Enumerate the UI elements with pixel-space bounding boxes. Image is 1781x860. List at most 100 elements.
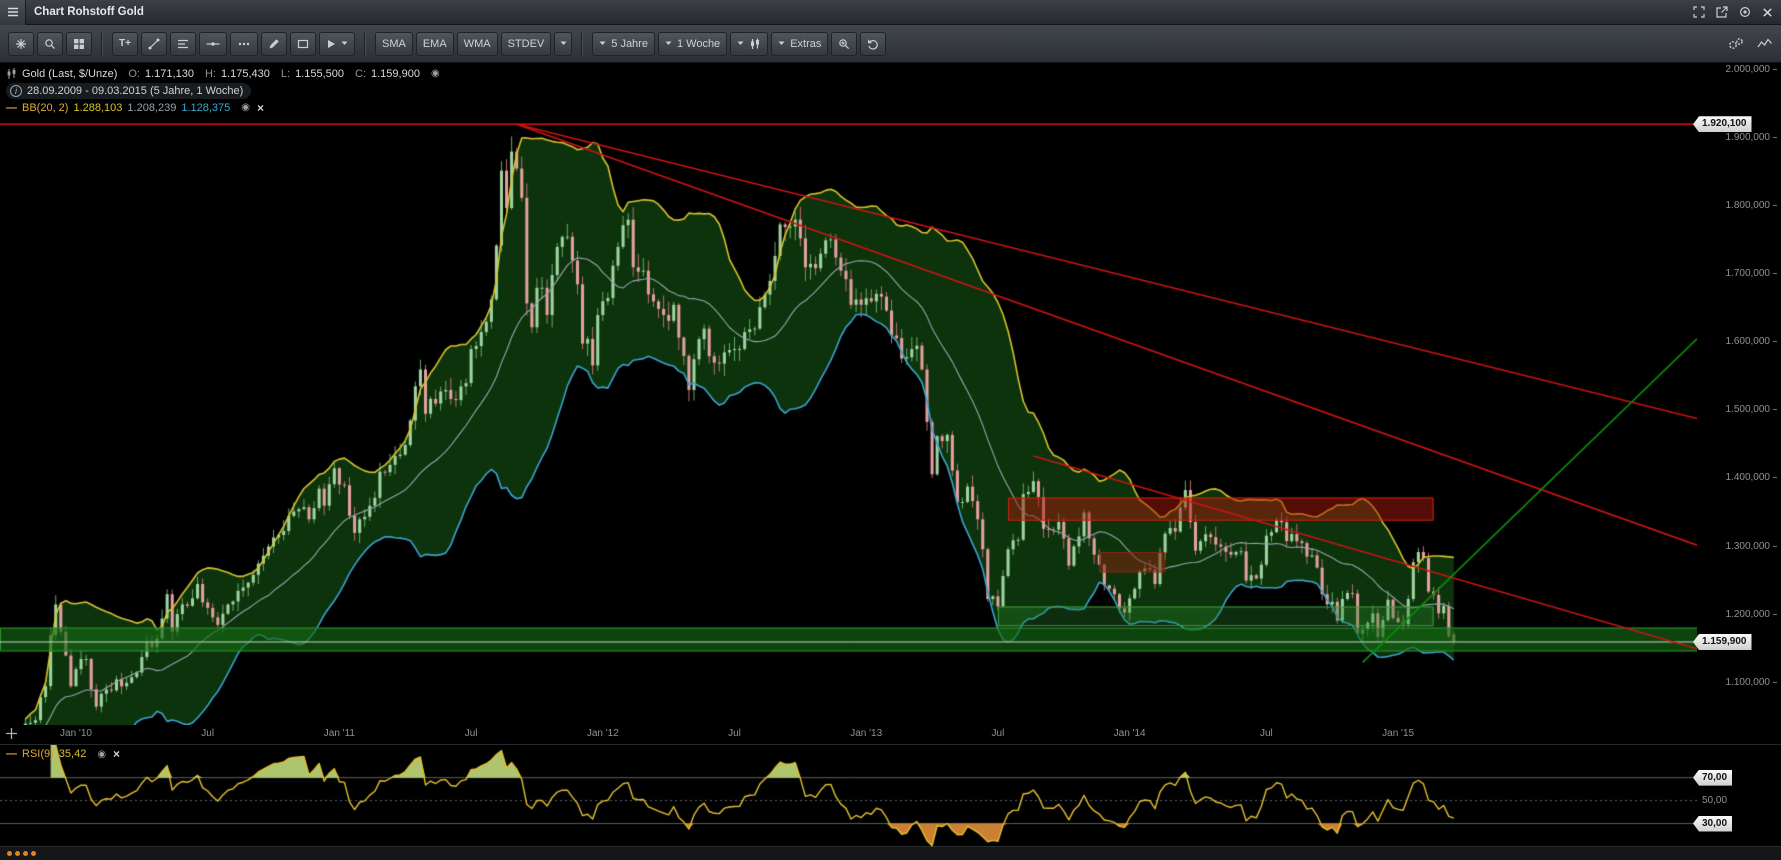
caret-down-icon	[341, 41, 348, 45]
horizontal-line-tool-button[interactable]	[199, 31, 227, 56]
chart-scrollbar[interactable]	[0, 846, 1781, 860]
indicator-dropdown-button[interactable]	[554, 31, 573, 56]
scrollbar-dot[interactable]	[15, 851, 20, 856]
grid-icon	[74, 38, 84, 49]
ohlc-label: O:	[128, 68, 140, 80]
price-tag-resistance: 1.920,100	[1693, 116, 1752, 133]
ema-button[interactable]: EMA	[415, 31, 454, 56]
y-axis-label: 1.300,000	[1726, 541, 1778, 552]
y-axis-label: 1.600,000	[1726, 336, 1778, 347]
rsi-name: RSI(9)	[22, 748, 54, 760]
close-button[interactable]	[1762, 7, 1773, 18]
levels-tool-icon	[178, 39, 188, 48]
scrollbar-dot[interactable]	[7, 851, 12, 856]
chart-type-dropdown-button[interactable]	[730, 31, 769, 56]
info-icon: i	[10, 85, 22, 97]
y-axis[interactable]: 2.000,000 1.900,000 1.800,000 1.700,000 1.60…	[1697, 63, 1781, 725]
bb-line-icon: —	[6, 102, 17, 114]
price-chart-canvas[interactable]	[0, 63, 1697, 725]
wma-button[interactable]: WMA	[456, 31, 498, 56]
fullscreen-button[interactable]	[1693, 6, 1705, 18]
caret-down-icon	[778, 41, 785, 45]
date-range-pill: i 28.09.2009 - 09.03.2015 (5 Jahre, 1 Wo…	[6, 83, 252, 99]
pointer-tool-button[interactable]	[319, 31, 355, 56]
burst-icon	[16, 38, 26, 49]
y-axis-label: 1.100,000	[1726, 677, 1778, 688]
zoom-in-button[interactable]	[831, 31, 858, 56]
export-icon	[1716, 6, 1728, 18]
price-pane: 2.000,000 1.900,000 1.800,000 1.700,000 1.60…	[0, 63, 1781, 725]
window-title: Chart Rohstoff Gold	[34, 6, 144, 18]
widget-settings-button[interactable]	[1728, 37, 1744, 50]
titlebar: Chart Rohstoff Gold	[0, 0, 1781, 25]
y-axis-label: 2.000,000	[1726, 64, 1778, 75]
interval-dropdown-button[interactable]: 1 Woche	[657, 31, 728, 56]
chart-style-button[interactable]	[1757, 38, 1773, 50]
pan-crosshair-icon[interactable]	[6, 728, 17, 739]
ohlc-value: 1.171,130	[145, 68, 194, 80]
y-axis-label: 1.400,000	[1726, 472, 1778, 483]
menu-button[interactable]	[0, 0, 26, 25]
indicator-buttons-group: SMA EMA WMA STDEV	[375, 31, 573, 56]
rsi-tag-low: 30,00	[1693, 815, 1733, 832]
series-legend-row: Gold (Last, $/Unze) O: 1.171,130 H: 1.17…	[6, 66, 440, 82]
levels-tool-button[interactable]	[170, 31, 196, 56]
trendline-tool-button[interactable]	[141, 31, 167, 56]
x-axis-label: Jul	[728, 728, 741, 739]
interval-label: 1 Woche	[676, 37, 721, 50]
instrument-name: Gold (Last, $/Unze)	[22, 68, 118, 80]
zoom-tool-button[interactable]	[37, 31, 63, 56]
toolbar-separator	[364, 31, 366, 56]
more-tools-button[interactable]	[230, 31, 258, 56]
caret-down-icon	[737, 41, 744, 45]
bb-lower-value: 1.128,375	[181, 102, 231, 114]
burst-tool-button[interactable]	[8, 31, 34, 56]
x-axis-label: Jul	[1260, 728, 1273, 739]
text-tool-button[interactable]: T+	[112, 31, 138, 56]
eye-icon[interactable]: ◉	[97, 749, 106, 760]
trendline-tool-icon	[148, 38, 160, 49]
stdev-button[interactable]: STDEV	[500, 31, 552, 56]
remove-indicator-button[interactable]: ×	[113, 747, 120, 761]
text-tool-icon: T+	[119, 38, 131, 49]
grid-tool-button[interactable]	[66, 31, 92, 56]
more-tools-icon	[238, 42, 250, 45]
caret-down-icon	[599, 41, 606, 45]
scrollbar-dot[interactable]	[31, 851, 36, 856]
sma-button[interactable]: SMA	[375, 31, 413, 56]
x-axis-label: Jan '10	[60, 728, 92, 739]
rectangle-tool-button[interactable]	[290, 31, 316, 56]
horizontal-line-tool-icon	[206, 41, 220, 46]
chart-widget: Chart Rohstoff Gold T+ SMA EMA WMA STDEV…	[0, 0, 1781, 860]
x-axis[interactable]: Jan '10 Jul Jan '11 Jul Jan '12 Jul Jan '13 Jul…	[0, 725, 1781, 744]
settings-button[interactable]	[1739, 6, 1751, 18]
pointer-tool-icon	[328, 39, 335, 48]
chart-toolbar: T+ SMA EMA WMA STDEV 5 Jahre 1 Woche Ext…	[0, 25, 1781, 63]
widget-settings-group	[1728, 37, 1773, 50]
pencil-tool-button[interactable]	[261, 31, 287, 56]
x-axis-label: Jan '11	[323, 728, 355, 739]
eye-icon[interactable]: ◉	[431, 66, 440, 82]
range-dropdown-button[interactable]: 5 Jahre	[592, 31, 655, 56]
bb-name: BB(20, 2)	[22, 102, 69, 114]
rsi-tag-mid: 50,00	[1702, 794, 1728, 806]
caret-down-icon	[665, 41, 672, 45]
remove-indicator-button[interactable]: ×	[257, 100, 264, 116]
ohlc-value: 1.175,430	[220, 68, 270, 80]
rsi-value: 35,42	[58, 748, 87, 760]
candlestick-icon	[7, 68, 16, 79]
price-tag-current: 1.159,900	[1693, 633, 1752, 650]
sma-label: SMA	[382, 37, 406, 50]
x-axis-label: Jul	[201, 728, 215, 739]
bb-middle-value: 1.208,239	[127, 102, 177, 114]
export-button[interactable]	[1716, 6, 1728, 18]
caret-down-icon	[560, 41, 567, 45]
chart-legend: Gold (Last, $/Unze) O: 1.171,130 H: 1.17…	[6, 66, 440, 117]
extras-dropdown-button[interactable]: Extras	[771, 31, 829, 56]
rsi-chart-canvas[interactable]	[0, 745, 1697, 847]
eye-icon[interactable]: ◉	[241, 100, 250, 116]
undo-button[interactable]	[860, 31, 887, 56]
ema-label: EMA	[422, 37, 447, 50]
chart-area: 2.000,000 1.900,000 1.800,000 1.700,000 1.60…	[0, 63, 1781, 860]
scrollbar-dot[interactable]	[23, 851, 28, 856]
